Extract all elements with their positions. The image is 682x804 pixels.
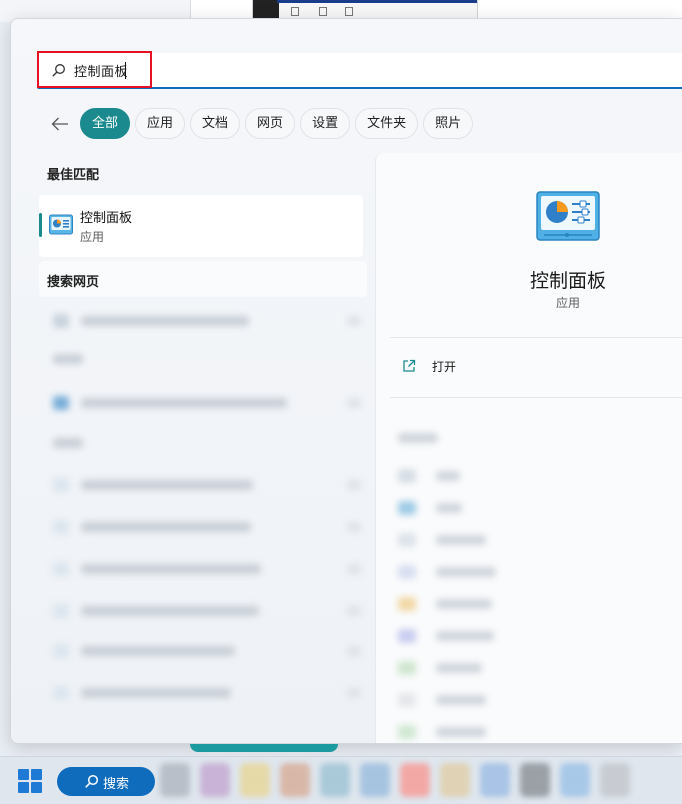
list-item — [45, 349, 365, 369]
preview-title: 控制面板 — [529, 270, 606, 292]
background-window-edge — [190, 744, 338, 752]
list-item[interactable] — [45, 517, 365, 537]
preview-subtitle: 应用 — [555, 296, 580, 310]
list-item[interactable] — [45, 683, 365, 703]
taskbar-pinned-apps — [160, 763, 630, 797]
filter-folders[interactable]: 文件夹 — [355, 108, 419, 139]
taskbar-app-icon[interactable] — [160, 763, 190, 797]
taskbar-search-label: 搜索 — [103, 777, 130, 792]
taskbar-app-icon[interactable] — [280, 763, 310, 797]
taskbar-app-icon[interactable] — [520, 763, 550, 797]
list-item[interactable] — [45, 559, 365, 579]
best-match-type: 应用 — [80, 230, 105, 244]
search-flyout: 控制面板 全部 应用 文档 网页 设置 文件夹 照片 最佳匹配 控制面板 应用 — [10, 18, 682, 744]
search-query-highlight-box — [37, 51, 152, 88]
filter-all[interactable]: 全部 — [80, 108, 131, 139]
filter-apps[interactable]: 应用 — [135, 108, 186, 139]
taskbar-app-icon[interactable] — [360, 763, 390, 797]
best-match-heading: 最佳匹配 — [47, 168, 100, 183]
windows-logo-icon — [18, 769, 29, 780]
open-external-icon — [403, 359, 416, 372]
taskbar: 搜索 — [0, 756, 682, 804]
arrow-left-icon — [51, 117, 68, 131]
taskbar-app-icon[interactable] — [400, 763, 430, 797]
list-item[interactable] — [45, 393, 365, 413]
filter-tabs: 全部 应用 文档 网页 设置 文件夹 照片 — [80, 108, 474, 139]
taskbar-app-icon[interactable] — [440, 763, 470, 797]
search-box[interactable]: 控制面板 — [37, 51, 682, 89]
filter-settings[interactable]: 设置 — [300, 108, 351, 139]
background-window-thumbnail — [252, 0, 478, 20]
open-action-label: 打开 — [432, 360, 457, 374]
list-item — [45, 433, 365, 453]
preview-pane: 控制面板 应用 打开 — [375, 153, 682, 743]
start-button[interactable] — [18, 769, 42, 793]
control-panel-large-icon — [536, 191, 600, 241]
taskbar-app-icon[interactable] — [320, 763, 350, 797]
list-item[interactable] — [45, 601, 365, 621]
best-match-result[interactable]: 控制面板 应用 — [39, 195, 363, 257]
selection-indicator — [39, 213, 42, 237]
taskbar-app-icon[interactable] — [600, 763, 630, 797]
taskbar-app-icon[interactable] — [240, 763, 270, 797]
web-search-heading: 搜索网页 — [47, 275, 100, 290]
control-panel-icon — [49, 214, 73, 235]
filter-web[interactable]: 网页 — [245, 108, 296, 139]
list-item[interactable] — [45, 311, 365, 331]
taskbar-app-icon[interactable] — [200, 763, 230, 797]
divider — [390, 397, 682, 398]
list-item[interactable] — [45, 641, 365, 661]
filter-documents[interactable]: 文档 — [190, 108, 241, 139]
divider — [390, 337, 682, 338]
best-match-name: 控制面板 — [80, 211, 133, 226]
taskbar-app-icon[interactable] — [480, 763, 510, 797]
search-icon — [85, 774, 99, 788]
filter-photos[interactable]: 照片 — [423, 108, 474, 139]
back-button[interactable] — [47, 111, 73, 137]
taskbar-search-button[interactable]: 搜索 — [57, 767, 155, 796]
open-action[interactable]: 打开 — [390, 353, 682, 381]
list-item[interactable] — [45, 475, 365, 495]
taskbar-app-icon[interactable] — [560, 763, 590, 797]
